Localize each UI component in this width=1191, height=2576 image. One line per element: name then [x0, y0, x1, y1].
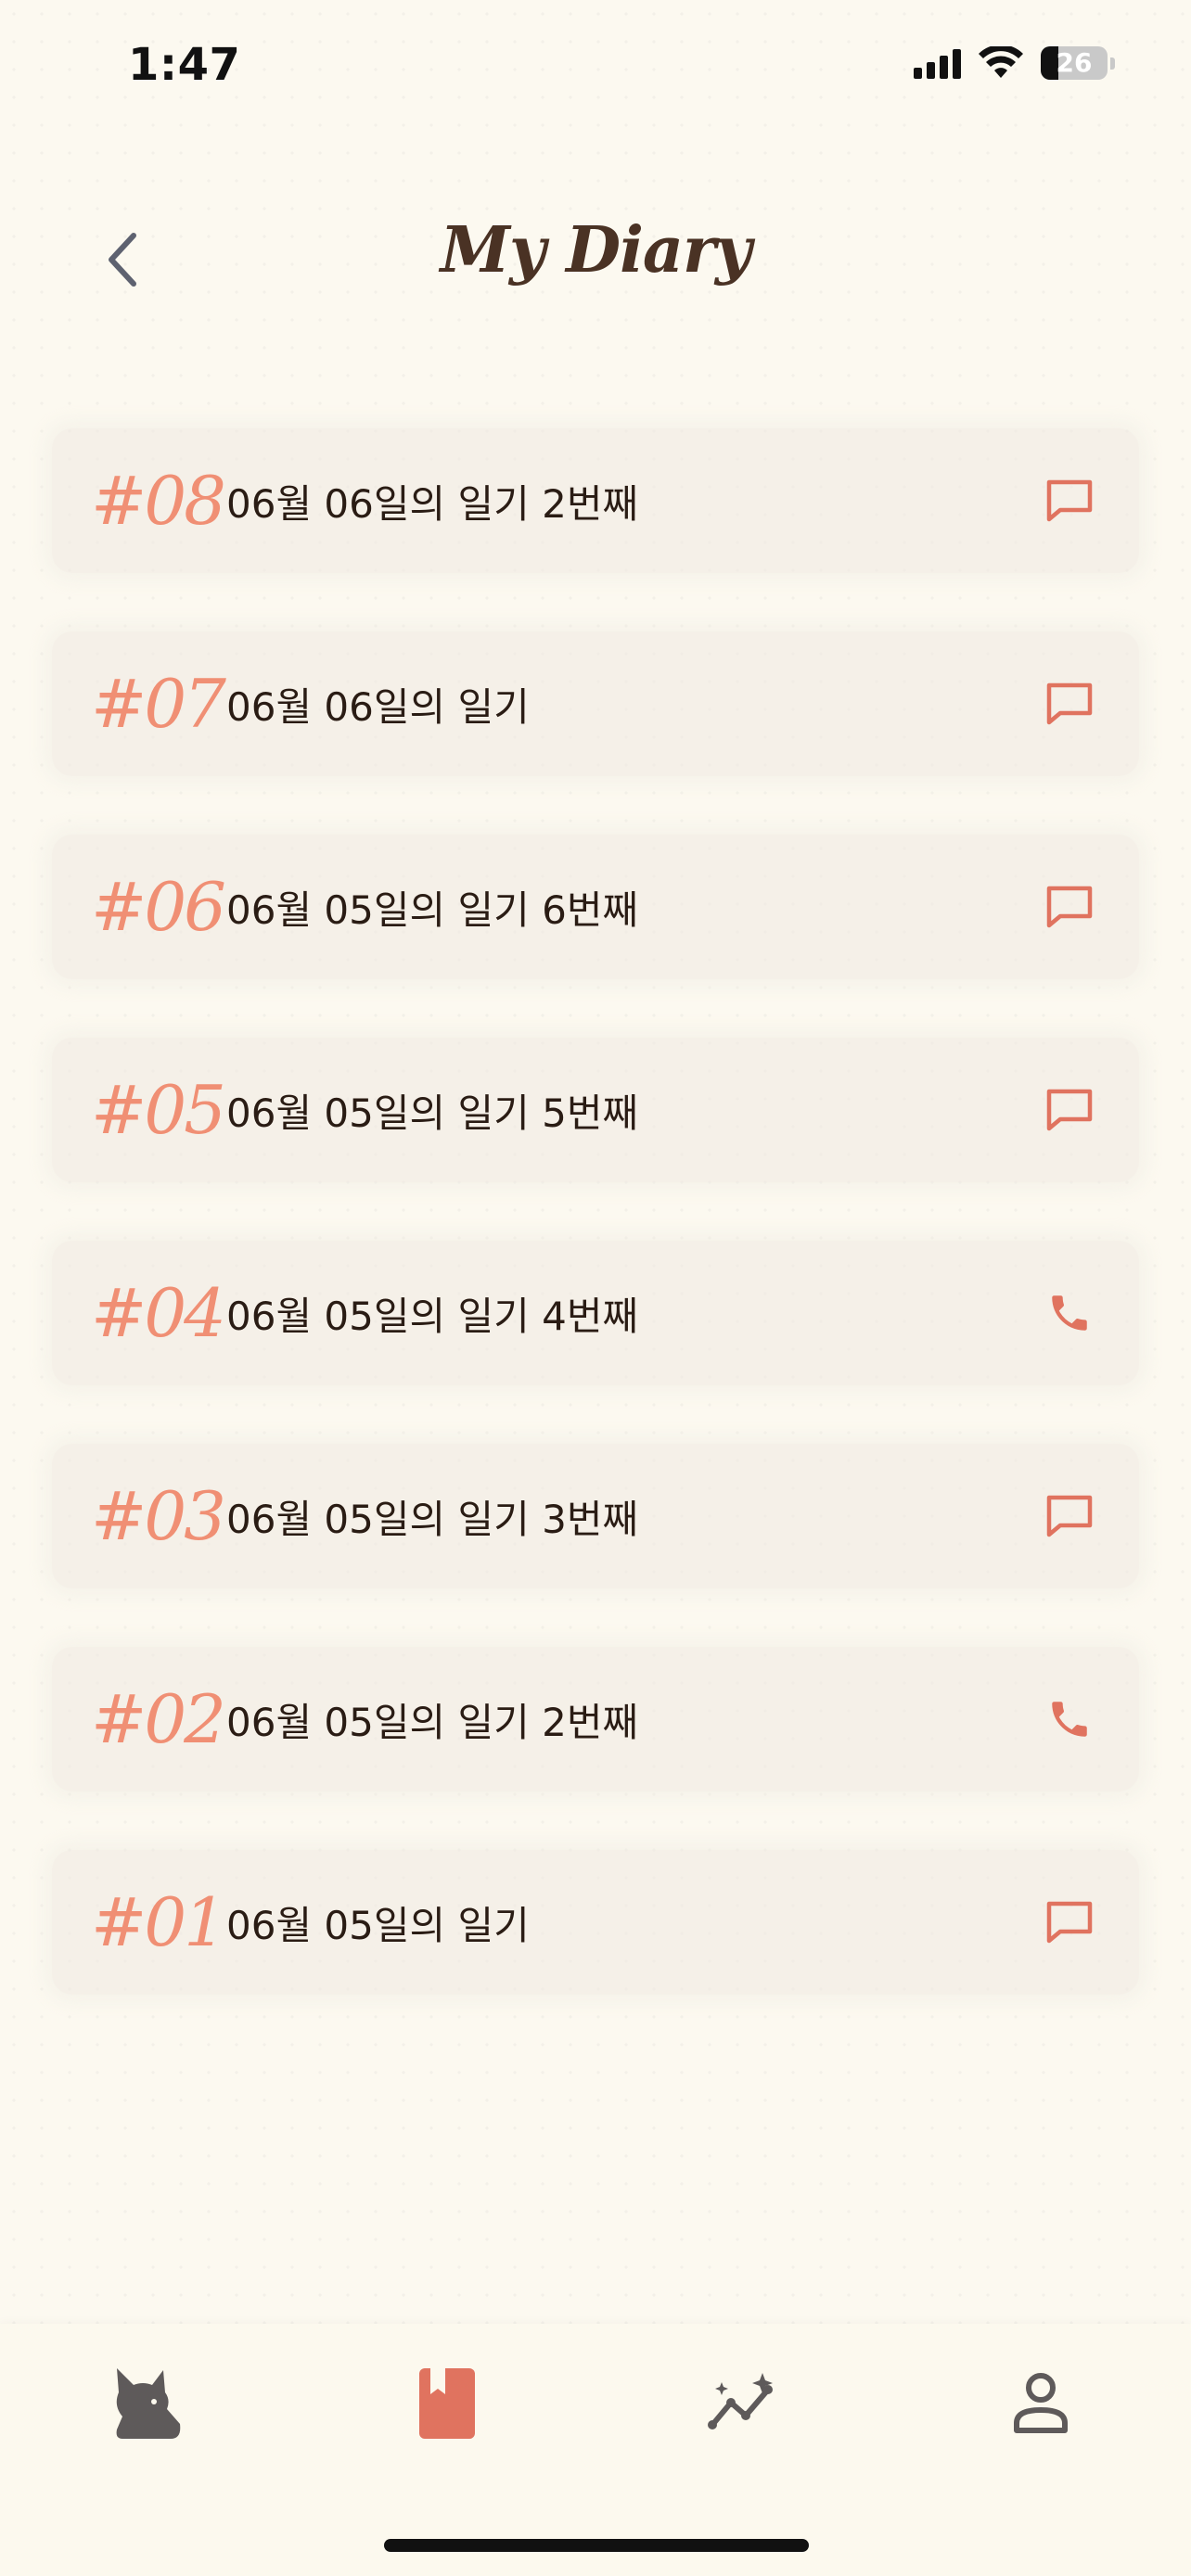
diary-entry[interactable]: #05 06월 05일의 일기 5번째 — [52, 1038, 1139, 1182]
battery-icon: 26 — [1041, 46, 1108, 80]
entry-number: #08 — [91, 462, 226, 540]
chat-icon — [1028, 865, 1111, 949]
entry-number: #07 — [91, 665, 226, 743]
home-indicator[interactable] — [384, 2539, 809, 2552]
chat-icon — [1028, 662, 1111, 746]
entry-title: 06월 05일의 일기 2번째 — [226, 1699, 639, 1745]
cat-icon — [116, 2368, 181, 2439]
diary-entry[interactable]: #06 06월 05일의 일기 6번째 — [52, 835, 1139, 979]
diary-list: #08 06월 06일의 일기 2번째 #07 06월 06일의 일기 #06 06월 0… — [52, 428, 1139, 2053]
header: My Diary — [0, 185, 1191, 343]
battery-level: 26 — [1056, 47, 1093, 78]
page-title: My Diary — [440, 213, 752, 287]
diary-entry[interactable]: #07 06월 06일의 일기 — [52, 631, 1139, 776]
entry-title: 06월 06일의 일기 2번째 — [226, 480, 639, 527]
phone-icon — [1028, 1677, 1111, 1761]
phone-icon — [1028, 1271, 1111, 1355]
tab-insights[interactable] — [698, 2357, 790, 2450]
entry-number: #06 — [91, 868, 226, 946]
cellular-signal-icon — [914, 47, 961, 79]
person-icon — [1014, 2373, 1068, 2433]
chat-icon — [1028, 459, 1111, 542]
entry-title: 06월 05일의 일기 6번째 — [226, 886, 639, 933]
entry-number: #02 — [91, 1680, 226, 1758]
entry-title: 06월 05일의 일기 3번째 — [226, 1496, 639, 1542]
chat-icon — [1028, 1474, 1111, 1558]
entry-title: 06월 06일의 일기 — [226, 683, 530, 730]
diary-entry[interactable]: #03 06월 05일의 일기 3번째 — [52, 1444, 1139, 1588]
entry-number: #03 — [91, 1477, 226, 1555]
tab-diary[interactable] — [401, 2357, 493, 2450]
chat-icon — [1028, 1068, 1111, 1152]
entry-title: 06월 05일의 일기 — [226, 1902, 530, 1948]
diary-entry[interactable]: #02 06월 05일의 일기 2번째 — [52, 1647, 1139, 1792]
entry-title: 06월 05일의 일기 5번째 — [226, 1090, 639, 1136]
bookmark-book-icon — [419, 2368, 475, 2439]
tab-bar — [0, 2324, 1191, 2576]
entry-title: 06월 05일의 일기 4번째 — [226, 1293, 639, 1339]
diary-entry[interactable]: #01 06월 05일의 일기 — [52, 1850, 1139, 1995]
chat-icon — [1028, 1881, 1111, 1964]
status-icons: 26 — [914, 46, 1115, 80]
tab-home[interactable] — [100, 2357, 193, 2450]
entry-number: #01 — [91, 1883, 226, 1961]
battery-cap — [1110, 57, 1115, 70]
sparkle-chart-icon — [708, 2373, 773, 2429]
entry-number: #05 — [91, 1071, 226, 1149]
entry-number: #04 — [91, 1274, 226, 1352]
wifi-icon — [979, 46, 1023, 78]
diary-entry[interactable]: #04 06월 05일의 일기 4번째 — [52, 1241, 1139, 1385]
diary-entry[interactable]: #08 06월 06일의 일기 2번째 — [52, 428, 1139, 573]
status-bar: 1:47 26 — [0, 0, 1191, 130]
status-time: 1:47 — [128, 39, 241, 91]
tab-profile[interactable] — [994, 2357, 1087, 2450]
